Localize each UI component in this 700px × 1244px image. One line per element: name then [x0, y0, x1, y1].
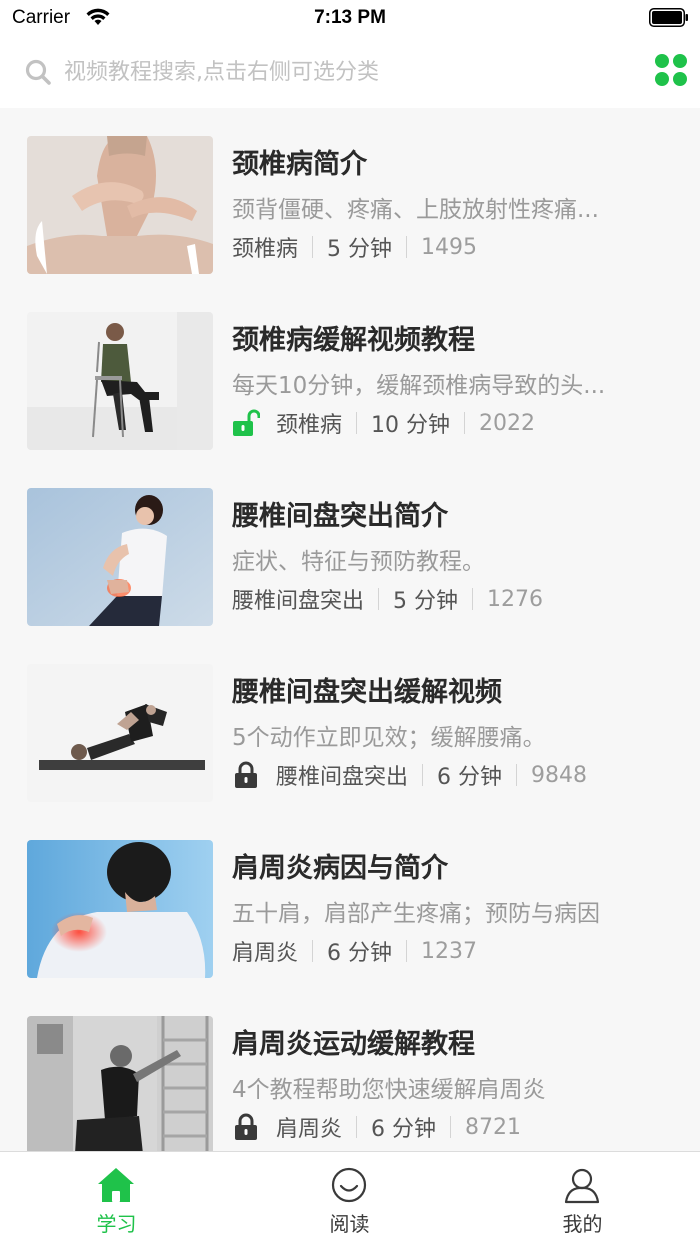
video-thumbnail [27, 840, 213, 978]
video-list: 颈椎病简介 颈背僵硬、疼痛、上肢放射性疼痛... 颈椎病 5 分钟 1495 颈… [0, 108, 700, 1151]
video-meta: 腰椎间盘突出 5 分钟 1276 [232, 584, 544, 615]
video-views: 8721 [465, 1114, 522, 1140]
lock-icon [235, 761, 257, 788]
video-duration: 10 分钟 [371, 413, 451, 438]
list-item[interactable]: 颈椎病简介 颈背僵硬、疼痛、上肢放射性疼痛... 颈椎病 5 分钟 1495 [0, 108, 700, 284]
video-views: 1495 [421, 234, 478, 260]
video-title: 肩周炎病因与简介 [232, 853, 448, 884]
search-icon [25, 59, 51, 85]
tab-mine[interactable]: 我的 [466, 1152, 699, 1244]
divider [406, 940, 408, 962]
video-description: 4个教程帮助您快速缓解肩周炎 [232, 1077, 546, 1103]
tab-reading[interactable]: 阅读 [233, 1152, 466, 1244]
unlocked-icon [233, 409, 260, 436]
divider [516, 764, 518, 786]
video-views: 1237 [421, 938, 478, 964]
divider [464, 412, 466, 434]
video-meta: 肩周炎 6 分钟 1237 [232, 936, 478, 967]
tab-label: 学习 [96, 1212, 137, 1236]
divider [356, 1116, 358, 1138]
divider [472, 588, 474, 610]
video-duration: 5 分钟 [393, 589, 459, 614]
status-bar: Carrier 7:13 PM [0, 0, 700, 36]
tab-study[interactable]: 学习 [0, 1152, 233, 1244]
video-thumbnail [27, 1016, 213, 1151]
video-views: 1276 [487, 586, 544, 612]
video-description: 每天10分钟，缓解颈椎病导致的头... [232, 373, 606, 399]
list-item[interactable]: 颈椎病缓解视频教程 每天10分钟，缓解颈椎病导致的头... 颈椎病 10 分钟 … [0, 284, 700, 460]
list-item[interactable]: 肩周炎病因与简介 五十肩，肩部产生疼痛；预防与病因 肩周炎 6 分钟 1237 [0, 812, 700, 988]
divider [312, 940, 314, 962]
video-category: 颈椎病 [232, 237, 299, 262]
video-views: 2022 [479, 410, 536, 436]
tab-bar: 学习 阅读 我的 [0, 1151, 700, 1244]
video-thumbnail [27, 488, 213, 626]
divider [378, 588, 380, 610]
video-category: 腰椎间盘突出 [232, 589, 365, 614]
video-duration: 6 分钟 [371, 1117, 437, 1142]
video-category: 颈椎病 [276, 413, 343, 438]
divider [406, 236, 408, 258]
divider [356, 412, 358, 434]
video-meta: 肩周炎 6 分钟 8721 [232, 1112, 521, 1142]
video-title: 颈椎病缓解视频教程 [232, 325, 475, 356]
divider [450, 1116, 452, 1138]
video-description: 症状、特征与预防教程。 [232, 549, 485, 575]
divider [312, 236, 314, 258]
video-duration: 6 分钟 [327, 941, 393, 966]
tab-label: 阅读 [329, 1212, 370, 1236]
video-title: 腰椎间盘突出缓解视频 [232, 677, 502, 708]
person-icon [564, 1168, 600, 1204]
video-meta: 颈椎病 10 分钟 2022 [232, 408, 535, 438]
video-category: 腰椎间盘突出 [276, 765, 409, 790]
status-time: 7:13 PM [314, 7, 386, 28]
video-title: 腰椎间盘突出简介 [232, 501, 448, 532]
video-duration: 6 分钟 [437, 765, 503, 790]
video-description: 5个动作立即见效；缓解腰痛。 [232, 725, 546, 751]
divider [422, 764, 424, 786]
video-description: 五十肩，肩部产生疼痛；预防与病因 [232, 901, 600, 927]
video-meta: 颈椎病 5 分钟 1495 [232, 232, 478, 263]
video-category: 肩周炎 [276, 1117, 343, 1142]
search-bar [0, 36, 700, 108]
lock-icon [235, 1113, 257, 1140]
video-description: 颈背僵硬、疼痛、上肢放射性疼痛... [232, 197, 599, 223]
search-input[interactable] [64, 56, 624, 88]
video-title: 肩周炎运动缓解教程 [232, 1029, 475, 1060]
home-icon [98, 1168, 134, 1202]
category-grid-icon[interactable] [655, 54, 689, 88]
tab-label: 我的 [562, 1212, 603, 1236]
video-thumbnail [27, 136, 213, 274]
battery-icon [649, 8, 688, 27]
video-thumbnail [27, 664, 213, 802]
video-category: 肩周炎 [232, 941, 299, 966]
list-item[interactable]: 肩周炎运动缓解教程 4个教程帮助您快速缓解肩周炎 肩周炎 6 分钟 8721 [0, 988, 700, 1151]
list-item[interactable]: 腰椎间盘突出简介 症状、特征与预防教程。 腰椎间盘突出 5 分钟 1276 [0, 460, 700, 636]
list-item[interactable]: 腰椎间盘突出缓解视频 5个动作立即见效；缓解腰痛。 腰椎间盘突出 6 分钟 98… [0, 636, 700, 812]
video-views: 9848 [531, 762, 588, 788]
video-duration: 5 分钟 [327, 237, 393, 262]
smiley-icon [331, 1167, 367, 1203]
video-thumbnail [27, 312, 213, 450]
video-title: 颈椎病简介 [232, 149, 367, 180]
video-meta: 腰椎间盘突出 6 分钟 9848 [232, 760, 587, 790]
